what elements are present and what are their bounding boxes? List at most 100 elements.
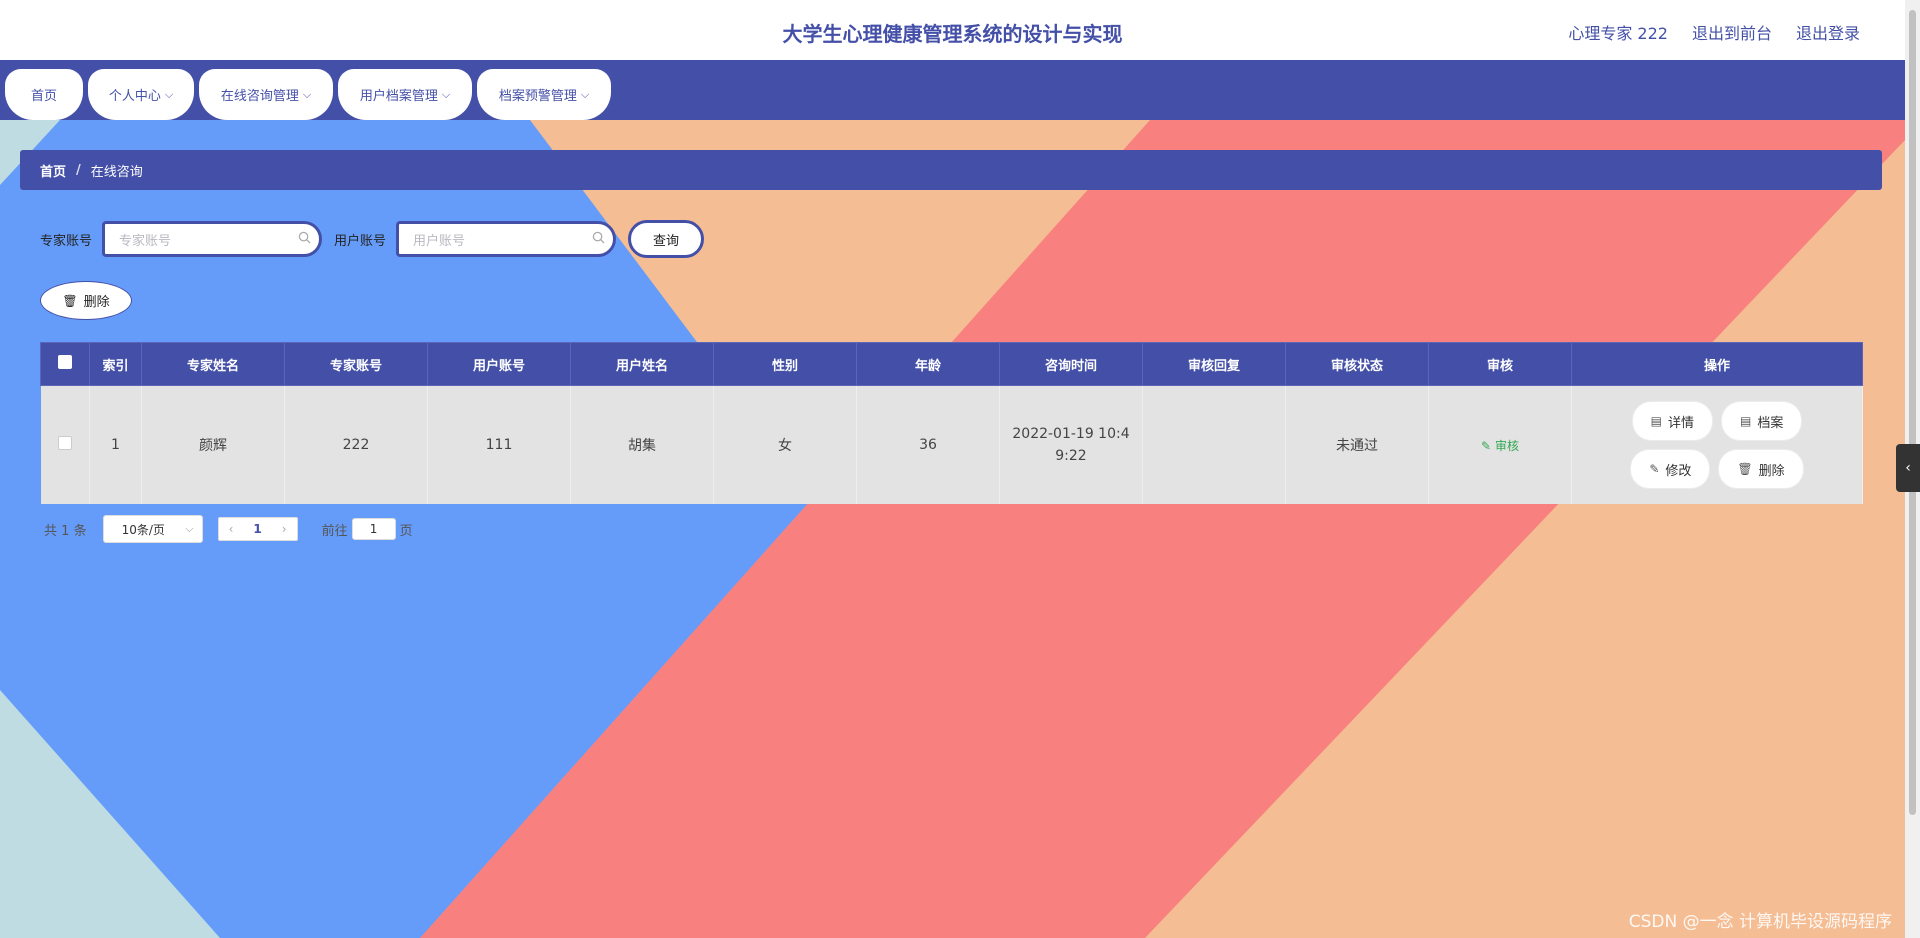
breadcrumb-separator: / [76,162,81,178]
cell-gender: 女 [713,385,857,504]
document-icon: ▤ [1740,414,1752,428]
goto-page-input[interactable]: 1 [351,518,396,540]
header-audit: 审核 [1428,342,1572,386]
main-nav: 首页 个人中心 ⌵ 在线咨询管理 ⌵ 用户档案管理 ⌵ 档案预警管理 ⌵ [0,60,1905,120]
header-expert-account: 专家账号 [284,342,428,386]
trash-icon: 🗑 [1737,462,1753,476]
chevron-down-icon: ⌵ [580,87,590,101]
delete-button[interactable]: 🗑 删除 [1719,450,1803,488]
consult-time-text: 2022-01-19 10:49:22 [1012,426,1130,464]
nav-tab-consult-management[interactable]: 在线咨询管理 ⌵ [199,69,333,120]
watermark-text: CSDN @一念 计算机毕设源码程序 [1628,912,1892,932]
chevron-down-icon: ⌵ [164,87,174,101]
row-select-cell [40,385,90,504]
logout-link[interactable]: 退出登录 [1796,20,1860,44]
archive-label: 档案 [1757,415,1784,431]
chevron-down-icon: ⌵ [441,87,451,101]
cell-audit: ✎ 审核 [1428,385,1572,504]
next-page-button[interactable]: › [272,522,297,536]
user-account-input[interactable] [399,224,596,256]
scroll-thumb[interactable] [1909,10,1916,815]
nav-tab-user-archive-management[interactable]: 用户档案管理 ⌵ [338,69,472,120]
trash-icon: 🗑 [62,293,78,308]
header-actions: 操作 [1571,342,1863,386]
total-value: 1 [61,523,70,539]
cell-expert-account: 222 [284,385,428,504]
query-button-label: 查询 [653,233,680,249]
header-consult-time: 咨询时间 [999,342,1143,386]
header-gender: 性别 [713,342,857,386]
prev-page-button[interactable]: ‹ [219,522,244,536]
cell-user-account: 111 [427,385,571,504]
consultation-table: 索引 专家姓名 专家账号 用户账号 用户姓名 性别 年龄 咨询时间 审核回复 审… [40,342,1863,504]
document-icon: ▤ [1650,414,1662,428]
edit-icon: ✎ [1649,462,1660,476]
detail-label: 详情 [1667,415,1694,431]
delete-label: 删除 [1758,463,1785,479]
page-size-value: 10条/页 [121,522,165,537]
audit-link-label: 审核 [1494,438,1519,453]
edit-icon: ✎ [1481,438,1492,453]
header-index: 索引 [89,342,142,386]
audit-link[interactable]: ✎ 审核 [1481,439,1519,453]
nav-tab-label: 首页 [30,89,57,104]
current-user-link[interactable]: 心理专家 222 [1568,20,1668,44]
breadcrumb: 首页 / 在线咨询 [20,150,1882,190]
batch-delete-button[interactable]: 🗑 删除 [40,281,132,320]
header-user-account: 用户账号 [427,342,571,386]
total-count: 共 1 条 [44,520,87,539]
pagination: 共 1 条 10条/页 ⌵ ‹ 1 › 前往 1 页 [44,515,413,543]
cell-actions: ▤ 详情 ▤ 档案 ✎ 修改 🗑 删除 [1571,385,1863,504]
cell-user-name: 胡集 [570,385,714,504]
expert-account-input[interactable] [105,224,302,256]
goto-suffix: 页 [399,523,413,539]
nav-tab-label: 个人中心 [108,89,161,104]
breadcrumb-current: 在线咨询 [90,164,143,180]
cell-audit-reply [1142,385,1286,504]
nav-tab-label: 档案预警管理 [498,89,577,104]
breadcrumb-home[interactable]: 首页 [40,161,66,180]
cell-consult-time: 2022-01-19 10:49:22 [999,385,1143,504]
table-row: 1 颜辉 222 111 胡集 女 36 2022-01-19 10:49:22… [40,385,1863,504]
search-bar: 专家账号 用户账号 查询 [40,220,705,258]
exit-to-frontend-link[interactable]: 退出到前台 [1692,20,1772,44]
goto-prefix: 前往 [321,523,348,539]
top-links: 心理专家 222 退出到前台 退出登录 [1568,20,1860,44]
current-page[interactable]: 1 [243,522,271,536]
detail-button[interactable]: ▤ 详情 [1632,402,1712,440]
action-buttons: ▤ 详情 ▤ 档案 ✎ 修改 🗑 删除 [1572,402,1862,488]
row-checkbox[interactable] [57,436,72,450]
query-button[interactable]: 查询 [628,220,705,258]
header-expert-name: 专家姓名 [141,342,285,386]
page-size-select[interactable]: 10条/页 ⌵ [102,515,203,543]
nav-tab-label: 用户档案管理 [359,89,438,104]
total-suffix: 条 [73,523,87,539]
edit-label: 修改 [1665,463,1692,479]
header-age: 年龄 [856,342,1000,386]
user-account-label: 用户账号 [334,233,387,249]
search-icon [298,231,311,248]
cell-audit-status: 未通过 [1285,385,1429,504]
chevron-down-icon: ⌵ [185,522,194,535]
nav-tab-label: 在线咨询管理 [220,89,299,104]
nav-tab-home[interactable]: 首页 [5,69,83,120]
cell-index: 1 [89,385,142,504]
header-user-name: 用户姓名 [570,342,714,386]
search-icon [592,231,605,248]
table-header-row: 索引 专家姓名 专家账号 用户账号 用户姓名 性别 年龄 咨询时间 审核回复 审… [40,342,1863,386]
select-all-checkbox[interactable] [58,355,72,369]
user-account-field [396,221,617,257]
expert-account-field [102,221,323,257]
cell-expert-name: 颜辉 [141,385,285,504]
page-navigator: ‹ 1 › [217,517,298,541]
select-all-header [40,342,90,386]
header-audit-status: 审核状态 [1285,342,1429,386]
batch-delete-label: 删除 [83,295,110,310]
nav-tab-personal-center[interactable]: 个人中心 ⌵ [88,69,194,120]
total-prefix: 共 [44,523,58,539]
header-audit-reply: 审核回复 [1142,342,1286,386]
chevron-left-icon[interactable]: ‹ [1896,444,1920,492]
archive-button[interactable]: ▤ 档案 [1722,402,1802,440]
edit-button[interactable]: ✎ 修改 [1631,450,1710,488]
nav-tab-archive-warning-management[interactable]: 档案预警管理 ⌵ [477,69,611,120]
